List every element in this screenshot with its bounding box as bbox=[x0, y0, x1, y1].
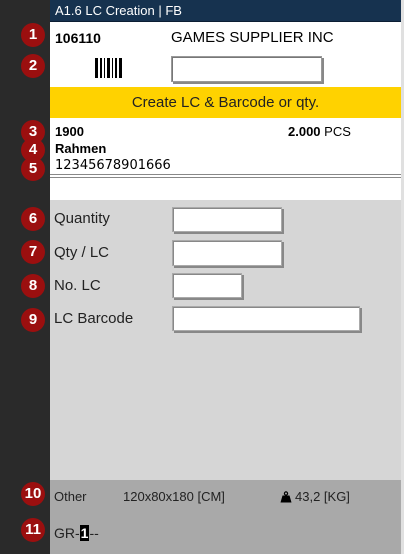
lc-footer: Other 120x80x180 [CM] 43,2 [KG] GR-1-- bbox=[50, 480, 401, 554]
item-details: 1900 2.000 PCS Rahmen 12345678901666 bbox=[50, 118, 401, 200]
quantity-input[interactable] bbox=[172, 207, 282, 232]
lc-weight: 43,2 [KG] bbox=[280, 489, 350, 506]
lc-code-suffix: -- bbox=[89, 525, 99, 541]
no-lc-label: No. LC bbox=[54, 277, 101, 294]
step-badge-9: 9 bbox=[21, 308, 45, 332]
step-badge-2: 2 bbox=[21, 54, 45, 78]
item-name: Rahmen bbox=[55, 141, 107, 156]
instruction-banner: Create LC & Barcode or qty. bbox=[50, 87, 401, 118]
item-quantity: 2.000 PCS bbox=[288, 124, 351, 139]
lc-barcode-input[interactable] bbox=[172, 306, 360, 331]
step-badge-11: 11 bbox=[21, 518, 45, 542]
lc-dimensions: 120x80x180 [CM] bbox=[123, 489, 225, 504]
document-number: 106110 bbox=[55, 30, 101, 46]
step-badge-10: 10 bbox=[21, 482, 45, 506]
supplier-name: GAMES SUPPLIER INC bbox=[171, 29, 334, 46]
supplier-input[interactable] bbox=[171, 56, 322, 82]
device-screen: A1.6 LC Creation | FB 106110 GAMES SUPPL… bbox=[50, 0, 401, 554]
lc-type: Other bbox=[54, 489, 87, 504]
document-header: 106110 GAMES SUPPLIER INC bbox=[50, 22, 401, 87]
step-badge-5: 5 bbox=[21, 157, 45, 181]
step-badge-8: 8 bbox=[21, 274, 45, 298]
barcode-icon[interactable] bbox=[94, 56, 126, 80]
qty-per-lc-label: Qty / LC bbox=[54, 244, 110, 261]
window-title: A1.6 LC Creation | FB bbox=[50, 0, 401, 22]
no-lc-input[interactable] bbox=[172, 273, 242, 298]
divider bbox=[50, 177, 401, 178]
item-ean: 12345678901666 bbox=[55, 158, 171, 173]
divider bbox=[50, 174, 401, 175]
weight-icon bbox=[280, 491, 292, 506]
step-badge-7: 7 bbox=[21, 240, 45, 264]
lc-code[interactable]: GR-1-- bbox=[54, 525, 99, 541]
qty-per-lc-input[interactable] bbox=[172, 240, 282, 266]
quantity-label: Quantity bbox=[54, 210, 110, 227]
item-number: 1900 bbox=[55, 124, 84, 139]
lc-code-prefix: GR- bbox=[54, 525, 80, 541]
step-badge-6: 6 bbox=[21, 207, 45, 231]
item-unit: PCS bbox=[324, 124, 351, 139]
item-quantity-value: 2.000 bbox=[288, 124, 321, 139]
lc-barcode-label: LC Barcode bbox=[54, 310, 134, 327]
step-badge-1: 1 bbox=[21, 23, 45, 47]
text-cursor: 1 bbox=[79, 525, 90, 541]
lc-weight-value: 43,2 [KG] bbox=[295, 489, 350, 504]
